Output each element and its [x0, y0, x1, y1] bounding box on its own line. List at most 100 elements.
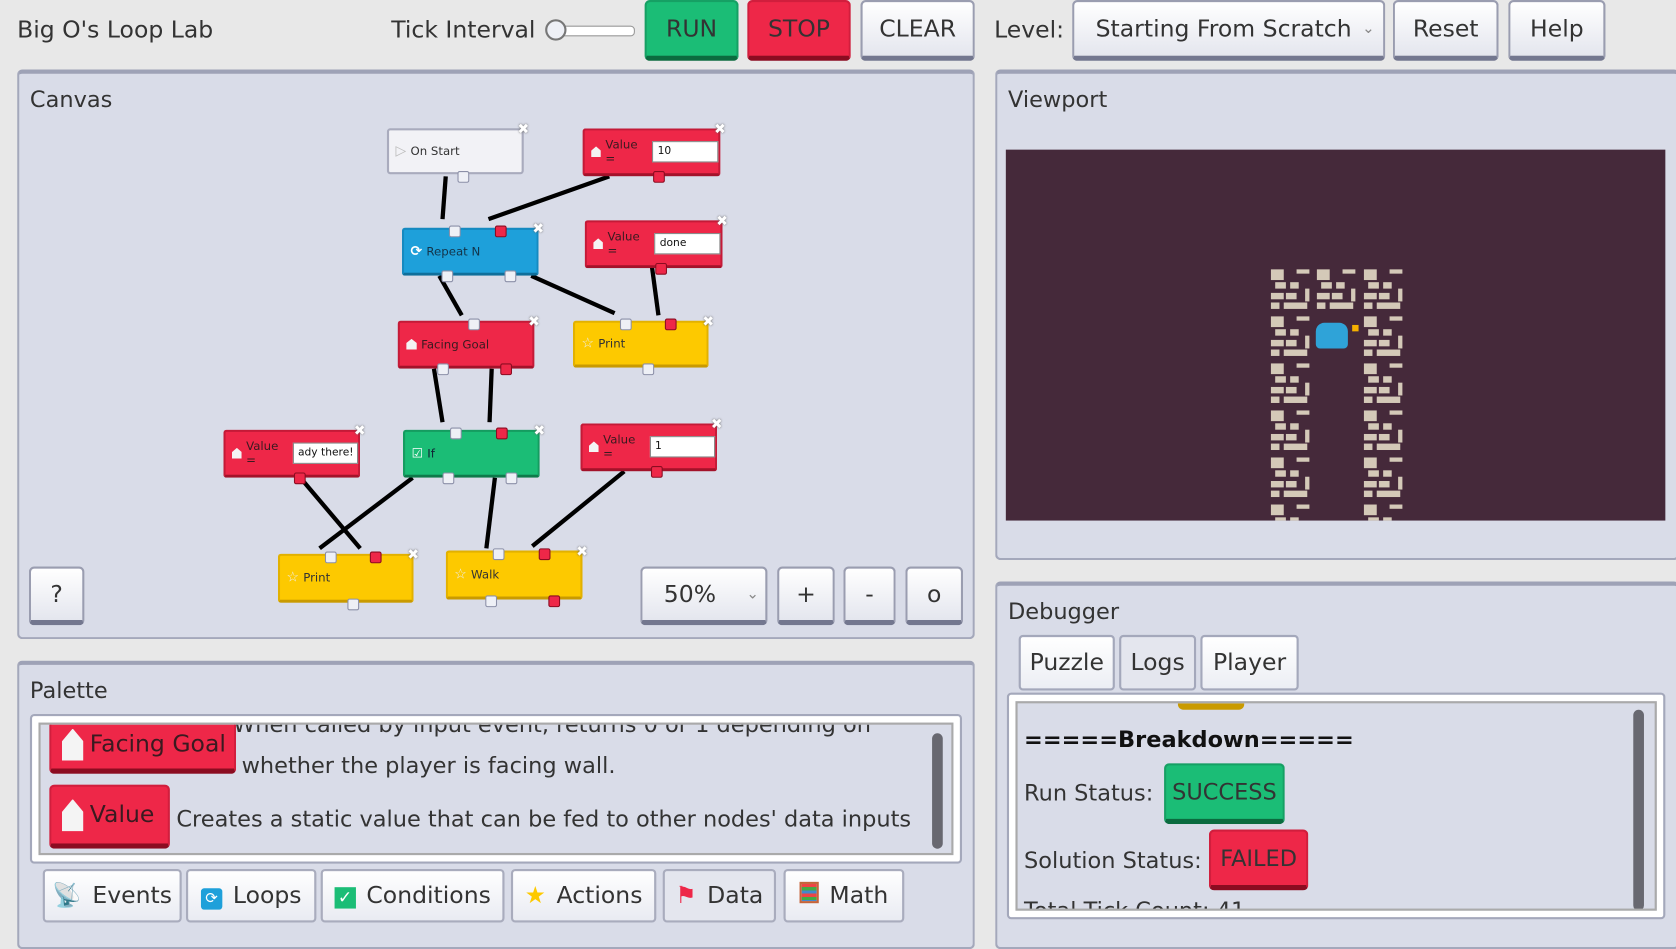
- game-viewport[interactable]: [1005, 149, 1666, 521]
- zoom-dropdown[interactable]: 50% ⌄: [640, 566, 768, 626]
- close-icon[interactable]: ✖: [528, 314, 540, 330]
- node-port[interactable]: [485, 595, 498, 608]
- close-icon[interactable]: ✖: [354, 423, 366, 439]
- run-status-badge: SUCCESS: [1164, 763, 1285, 825]
- node-value-input[interactable]: ady there!: [292, 442, 359, 464]
- wire: [487, 174, 610, 222]
- node-port[interactable]: [500, 363, 513, 376]
- node-port[interactable]: [347, 598, 360, 611]
- node-port[interactable]: [538, 548, 551, 561]
- node-walk[interactable]: ☆ Walk ✖: [445, 544, 588, 608]
- node-port[interactable]: [293, 472, 306, 485]
- node-value-input[interactable]: done: [654, 233, 721, 255]
- canvas-help-button[interactable]: ?: [28, 566, 85, 626]
- category-loops[interactable]: ⟳ Loops: [185, 869, 317, 923]
- node-label: Walk: [471, 567, 500, 582]
- close-icon[interactable]: ✖: [702, 314, 714, 330]
- node-port[interactable]: [504, 270, 517, 283]
- node-port[interactable]: [468, 318, 480, 331]
- palette-scrollbar[interactable]: [932, 733, 943, 849]
- node-port[interactable]: [650, 466, 663, 478]
- close-icon[interactable]: ✖: [576, 544, 588, 560]
- node-value[interactable]: Value = 1 ✖: [580, 417, 723, 478]
- node-port[interactable]: [457, 171, 470, 183]
- node-print[interactable]: ☆ Print ✖: [572, 314, 714, 376]
- close-icon[interactable]: ✖: [714, 122, 726, 138]
- node-port[interactable]: [495, 427, 508, 440]
- category-data[interactable]: ⚑ Data: [662, 869, 777, 923]
- close-icon[interactable]: ✖: [407, 547, 419, 563]
- node-port[interactable]: [655, 262, 667, 275]
- node-port[interactable]: [441, 270, 454, 283]
- wall-tile: [1268, 361, 1312, 405]
- wire: [440, 176, 448, 220]
- palette-item-facing-goal[interactable]: Facing Goal: [49, 724, 237, 774]
- node-port[interactable]: [619, 318, 632, 331]
- wall-tile: [1268, 267, 1312, 310]
- tab-player[interactable]: Player: [1200, 634, 1299, 691]
- run-status-label: Run Status:: [1024, 780, 1154, 806]
- node-value-input[interactable]: 10: [652, 141, 719, 163]
- node-port[interactable]: [505, 472, 518, 485]
- category-conditions[interactable]: ✓ Conditions: [320, 869, 505, 923]
- node-port[interactable]: [437, 363, 449, 376]
- close-icon[interactable]: ✖: [711, 417, 723, 433]
- category-label: Math: [829, 882, 889, 910]
- category-math[interactable]: Math: [783, 869, 905, 923]
- node-label: Value =: [246, 439, 279, 468]
- category-events[interactable]: 📡 Events: [42, 869, 182, 923]
- star-icon: ☆: [454, 566, 467, 583]
- wall-tile: [1314, 267, 1358, 310]
- zoom-out-button[interactable]: -: [843, 566, 896, 626]
- wire: [318, 476, 414, 551]
- node-value[interactable]: Value = ady there! ✖: [223, 423, 366, 485]
- node-value[interactable]: Value = done ✖: [584, 214, 728, 275]
- node-port[interactable]: [653, 171, 665, 183]
- zoom-reset-button[interactable]: o: [905, 566, 964, 626]
- node-if[interactable]: ☑ If ✖: [402, 423, 545, 485]
- node-port[interactable]: [442, 472, 455, 485]
- tab-puzzle[interactable]: Puzzle: [1018, 634, 1115, 691]
- house-icon: [406, 338, 417, 350]
- node-value[interactable]: Value = 10 ✖: [582, 122, 726, 183]
- house-icon: [231, 447, 242, 459]
- category-label: Actions: [556, 882, 643, 910]
- node-port[interactable]: [324, 551, 337, 564]
- node-port[interactable]: [642, 363, 655, 376]
- category-actions[interactable]: ★ Actions: [510, 869, 657, 923]
- node-port[interactable]: [664, 318, 677, 331]
- node-value-input[interactable]: 1: [649, 436, 716, 458]
- node-port[interactable]: [450, 427, 462, 440]
- palette-item-value[interactable]: Value: [49, 784, 170, 849]
- checkbox-icon: ✓: [334, 882, 356, 909]
- node-label: Repeat N: [426, 244, 481, 259]
- node-port[interactable]: [369, 551, 382, 564]
- close-icon[interactable]: ✖: [533, 423, 545, 439]
- node-port[interactable]: [448, 225, 461, 238]
- viewport-title: Viewport: [1007, 86, 1108, 113]
- node-print[interactable]: ☆ Print ✖: [277, 547, 419, 611]
- zoom-in-button[interactable]: +: [777, 566, 835, 626]
- palette-item-label: Facing Goal: [89, 731, 226, 758]
- wire: [431, 368, 445, 423]
- wire: [484, 477, 498, 549]
- close-icon[interactable]: ✖: [716, 214, 728, 230]
- close-icon[interactable]: ✖: [532, 221, 544, 237]
- debugger-log: =====Breakdown===== Run Status: SUCCESS …: [1006, 692, 1666, 920]
- node-on-start[interactable]: ▷ On Start ✖: [386, 122, 529, 183]
- solution-status-badge: FAILED: [1208, 829, 1309, 891]
- breakdown-heading: =====Breakdown=====: [1024, 726, 1354, 753]
- wall-tile: [1268, 502, 1312, 521]
- node-repeat-n[interactable]: ⟳ Repeat N ✖: [401, 221, 544, 283]
- node-port[interactable]: [494, 225, 507, 238]
- node-facing-goal[interactable]: Facing Goal ✖: [397, 314, 540, 376]
- tab-logs[interactable]: Logs: [1119, 634, 1197, 691]
- solution-status-label: Solution Status:: [1024, 847, 1202, 874]
- category-label: Loops: [232, 882, 302, 910]
- abacus-icon: [799, 881, 819, 910]
- close-icon[interactable]: ✖: [517, 122, 529, 138]
- debugger-scrollbar[interactable]: [1633, 709, 1644, 909]
- node-port[interactable]: [548, 595, 561, 608]
- node-port[interactable]: [492, 548, 505, 561]
- debugger-title: Debugger: [1007, 598, 1120, 625]
